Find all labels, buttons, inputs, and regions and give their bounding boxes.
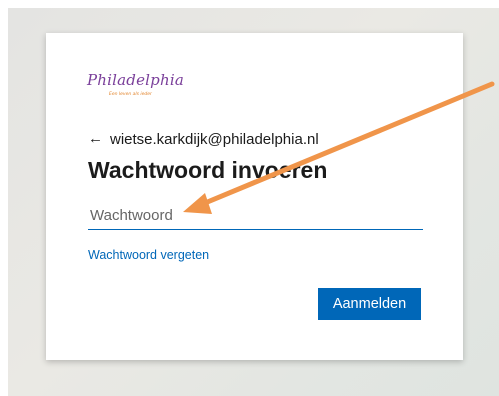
philadelphia-logo: Philadelphia Een leven als ieder [87,71,184,103]
arrow-left-icon[interactable]: ← [88,129,103,149]
password-input[interactable] [88,201,423,230]
sign-in-button[interactable]: Aanmelden [318,288,421,320]
page-title: Wachtwoord invoeren [88,157,328,183]
identity-row: ← wietse.karkdijk@philadelphia.nl [88,129,319,149]
logo-tagline: Een leven als ieder [109,92,152,97]
account-email: wietse.karkdijk@philadelphia.nl [110,130,319,148]
logo-wordmark: Philadelphia [87,71,184,89]
sign-in-card: Philadelphia Een leven als ieder ← wiets… [46,33,463,360]
forgot-password-link[interactable]: Wachtwoord vergeten [88,248,209,262]
